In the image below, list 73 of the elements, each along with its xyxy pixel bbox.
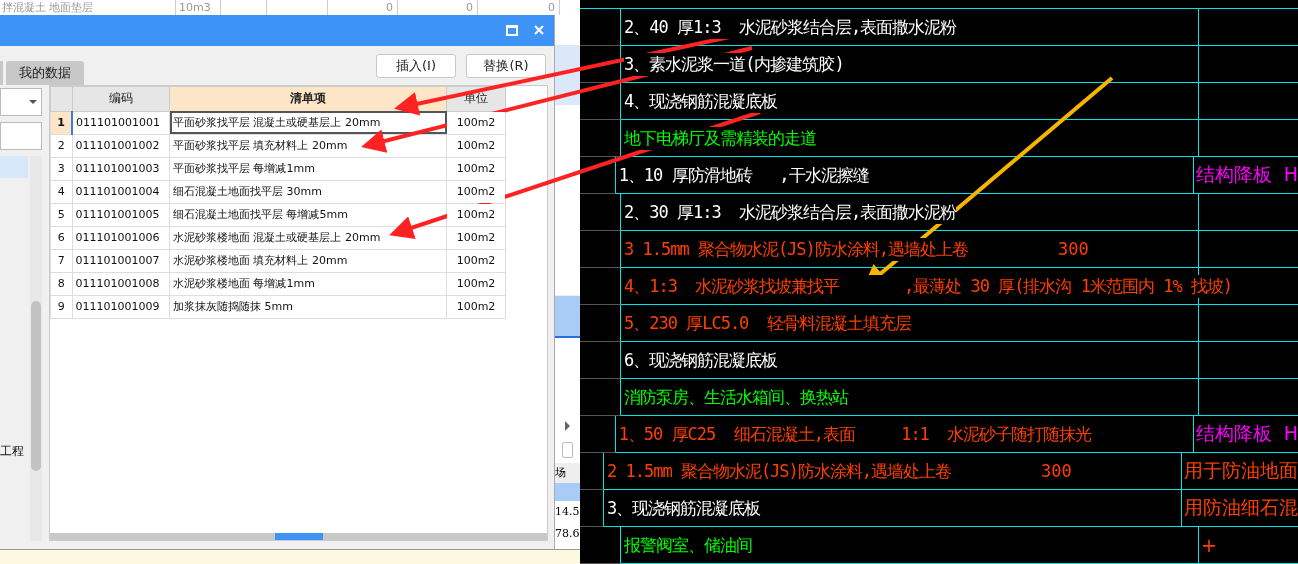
table-cell: 细石混凝土地面找平层 每增减5mm [169, 203, 447, 227]
tab-edge[interactable] [0, 60, 3, 85]
column-header[interactable]: 编码 [72, 86, 170, 112]
drawing-text: 3、现浇钢筋混凝底板 [607, 496, 761, 520]
table-cell: 水泥砂浆楼地面 填充材料上 20mm [169, 249, 447, 273]
background-cell-text: 14.5 [555, 503, 580, 520]
table-cell: 011101001004 [72, 180, 170, 204]
maximize-icon[interactable] [506, 24, 518, 36]
drawing-text: 3、素水泥浆一道(内掺建筑胶) [624, 52, 844, 76]
row-number[interactable]: 2 [50, 134, 72, 158]
row-number[interactable]: 1 [50, 111, 72, 135]
grid-cell [580, 46, 621, 83]
row-number[interactable]: 4 [50, 180, 72, 204]
action-button[interactable]: 替换(R) [466, 53, 546, 78]
row-number[interactable]: 5 [50, 203, 72, 227]
background-cell-text: 78.6 [555, 525, 580, 542]
table-cell: 加浆抹灰随捣随抹 5mm [169, 295, 447, 319]
row-number[interactable]: 8 [50, 272, 72, 296]
drawing-text: 结构降板 H [1195, 162, 1298, 187]
close-icon[interactable] [534, 25, 544, 36]
table-cell: 水泥砂浆楼地面 每增减1mm [169, 272, 447, 296]
drawing-text: 报警阀室、储油间 [624, 533, 752, 557]
drawing-text: 地下电梯厅及需精装的走道 [624, 126, 816, 150]
drawing-text: + [1201, 534, 1217, 556]
table-cell: 011101001009 [72, 295, 170, 319]
drawing-text: 结构降板 H [1195, 421, 1298, 446]
background-cell: 0 [328, 0, 398, 15]
expand-button[interactable] [562, 441, 573, 458]
play-icon[interactable] [565, 420, 570, 431]
row-number[interactable]: 6 [50, 226, 72, 250]
input-field[interactable] [0, 121, 42, 150]
drawing-text: 4、现浇钢筋混凝底板 [624, 89, 778, 113]
background-cell: 0 [478, 0, 560, 15]
table-cell: 011101001003 [72, 157, 170, 181]
drawing-text: 消防泵房、生活水箱间、换热站 [624, 385, 848, 409]
scrollbar[interactable] [30, 155, 42, 541]
drawing-text: 用防油细石混 [1184, 495, 1298, 520]
caret-icon [29, 99, 37, 104]
table-cell: 水泥砂浆楼地面 混凝土或硬基层上 20mm [169, 226, 447, 250]
drawing-text: 5、230 厚LC5.0 轻骨料混凝土填充层 [624, 311, 911, 335]
row-number[interactable]: 3 [50, 157, 72, 181]
selection-highlight [0, 155, 28, 178]
splitter-handle[interactable] [274, 533, 323, 540]
background-cell: 0 [398, 0, 478, 15]
background-cell: 10m3 [176, 0, 221, 15]
table-cell: 011101001005 [72, 203, 170, 227]
tree-item[interactable]: 工程 [0, 442, 28, 460]
table-cell: 011101001002 [72, 134, 170, 158]
column-header: 场 [555, 462, 580, 483]
table-cell: 细石混凝土地面找平层 30mm [169, 180, 447, 204]
tab[interactable]: 我的数据 [6, 60, 84, 85]
drawing-text: 1、10 厚防滑地砖 ,干水泥擦缝 [618, 163, 869, 187]
table-cell: 平面砂浆找平层 填充材料上 20mm [169, 134, 447, 158]
drawing-text: 6、现浇钢筋混凝底板 [624, 348, 778, 372]
table-cell: 011101001007 [72, 249, 170, 273]
column-header[interactable]: 清单项 [169, 86, 447, 112]
scrollbar-thumb[interactable] [31, 300, 41, 471]
table-cell: 011101001008 [72, 272, 170, 296]
row-number[interactable]: 7 [50, 249, 72, 273]
row-number[interactable]: 9 [50, 295, 72, 319]
drawing-text: 2 1.5mm 聚合物水泥(JS)防水涂料,遇墙处上卷 [607, 459, 952, 483]
table-cell: 平面砂浆找平层 混凝土或硬基层上 20mm [169, 111, 447, 135]
grid-cell [580, 120, 621, 157]
table-cell: 011101001006 [72, 226, 170, 250]
background-cell: 拌混凝土 地面垫层 [0, 0, 176, 15]
drawing-text: 4、1:3 水泥砂浆找坡兼找平 ,最薄处 30 厚(排水沟 1米范围内 1% 找坡) [624, 274, 1233, 298]
dropdown-field[interactable] [0, 87, 42, 116]
splitter-bar[interactable] [50, 533, 547, 540]
action-button[interactable]: 插入(I) [376, 53, 456, 78]
drawing-text: 用于防油地面 [1184, 458, 1298, 483]
table-cell: 011101001001 [72, 111, 170, 135]
table-cell: 平面砂浆找平层 每增减1mm [169, 157, 447, 181]
drawing-text: 3 1.5mm 聚合物水泥(JS)防水涂料,遇墙处上卷 [624, 237, 969, 261]
